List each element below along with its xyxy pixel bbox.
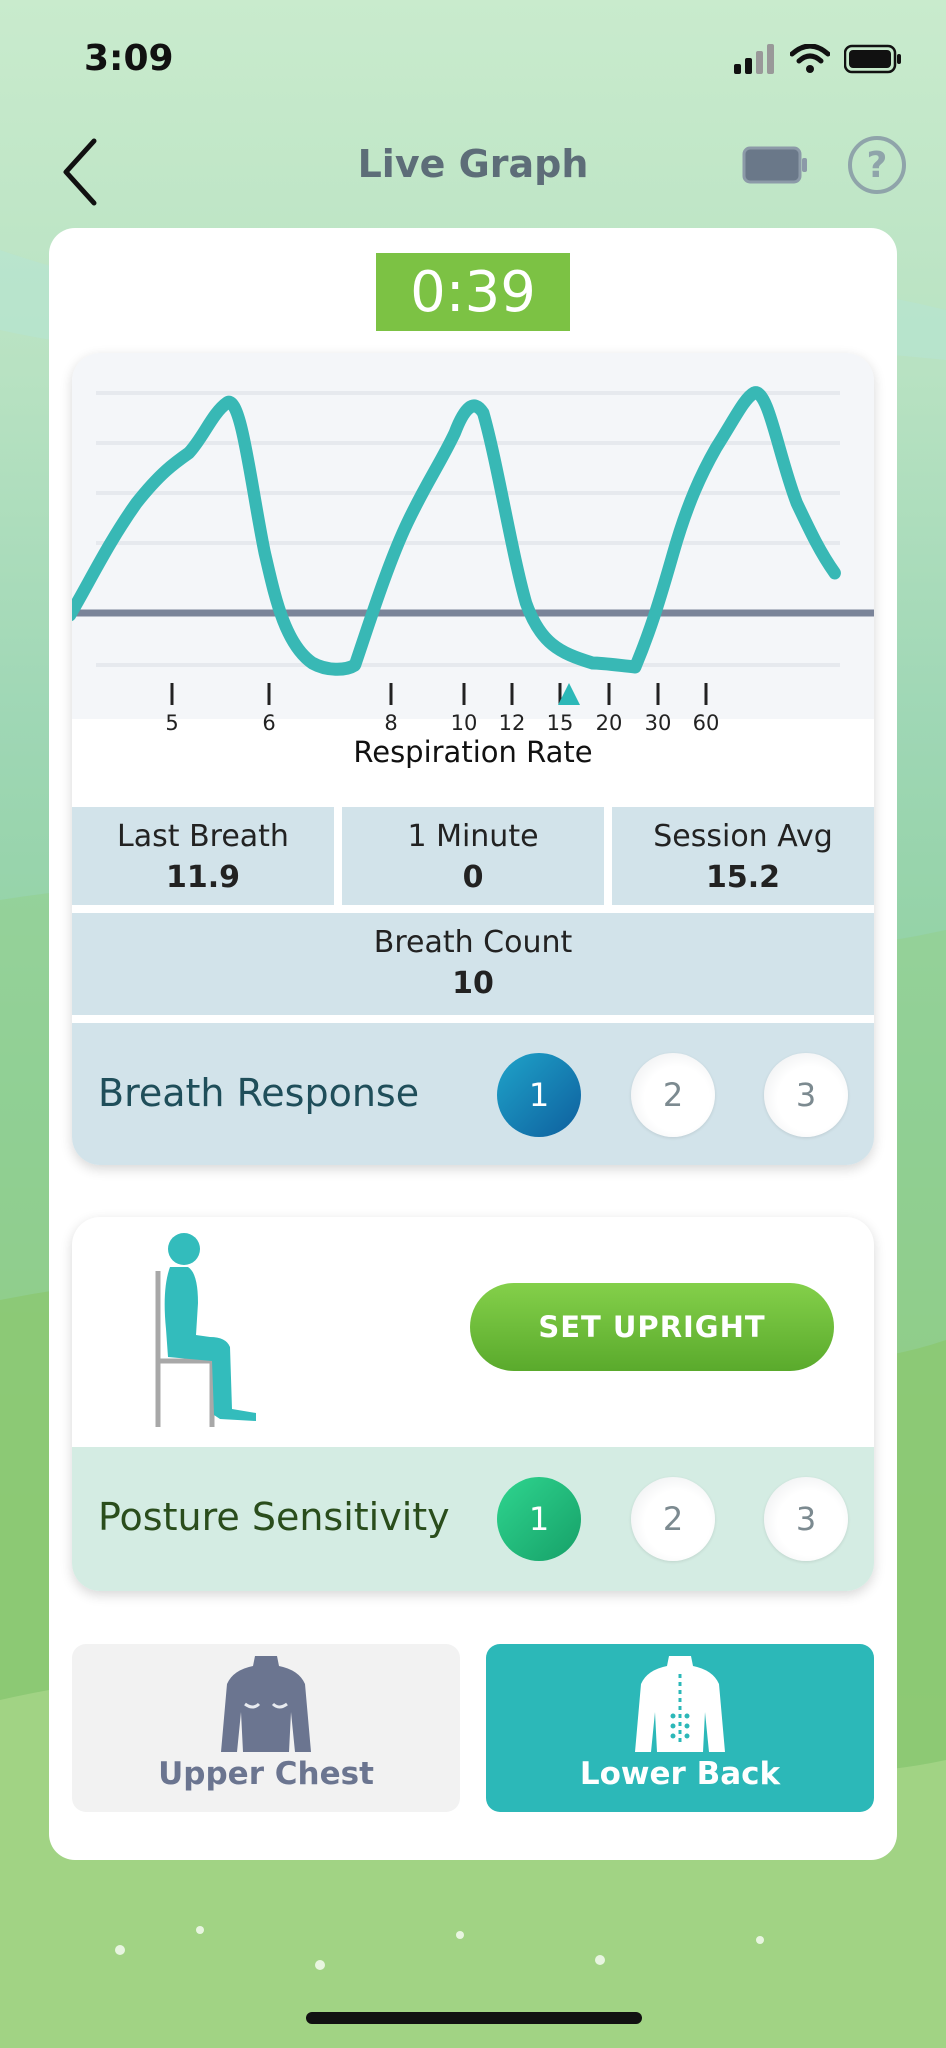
stat-value: 11.9 — [165, 860, 241, 895]
posture-sensitivity-option-3[interactable]: 3 — [764, 1477, 848, 1561]
stat-one-minute: 1 Minute 0 — [342, 807, 604, 905]
graph-panel: 5 6 8 10 12 15 20 30 60 Respiration Rate… — [72, 353, 874, 1165]
stat-label: Breath Count — [373, 925, 573, 960]
tick-label: 60 — [692, 711, 720, 735]
set-upright-button[interactable]: SET UPRIGHT — [470, 1283, 834, 1371]
stat-breath-count: Breath Count 10 — [72, 913, 874, 1015]
battery-icon — [742, 146, 807, 184]
lower-back-label: Lower Back — [579, 1756, 781, 1792]
stat-label: Session Avg — [653, 819, 833, 854]
posture-panel: SET UPRIGHT Posture Sensitivity 1 2 3 — [72, 1217, 874, 1591]
stat-label: Last Breath — [117, 819, 289, 854]
seated-person-icon — [155, 1233, 256, 1427]
nav-bar: Live Graph ? — [0, 120, 946, 220]
battery-status-icon — [844, 44, 901, 74]
status-icons — [734, 44, 902, 74]
tick-label: 6 — [262, 711, 276, 735]
tick-label: 5 — [165, 711, 179, 735]
status-bar: 3:09 — [0, 0, 946, 120]
tick-label: 30 — [644, 711, 672, 735]
posture-sensitivity-option-2[interactable]: 2 — [631, 1477, 715, 1561]
breath-response-label: Breath Response — [98, 1071, 420, 1115]
posture-sensitivity-row: Posture Sensitivity 1 2 3 — [72, 1447, 874, 1591]
tick-label: 12 — [498, 711, 526, 735]
tick-label: 15 — [546, 711, 574, 735]
home-indicator[interactable] — [306, 2012, 642, 2024]
status-time: 3:09 — [84, 38, 174, 79]
breath-response-row: Breath Response 1 2 3 — [72, 1023, 874, 1165]
stat-value: 0 — [462, 860, 484, 895]
tick-label: 8 — [384, 711, 398, 735]
tick-label: 10 — [450, 711, 478, 735]
cellular-signal-icon — [734, 44, 774, 74]
breath-response-option-1[interactable]: 1 — [497, 1053, 581, 1137]
lower-back-button[interactable]: Lower Back — [486, 1644, 874, 1812]
session-timer: 0:39 — [376, 253, 570, 331]
respiration-rate-label: Respiration Rate — [353, 735, 593, 769]
device-battery-button[interactable] — [742, 146, 808, 188]
upper-chest-torso-icon — [221, 1656, 311, 1752]
breath-waveform-line — [72, 386, 841, 676]
help-button[interactable]: ? — [848, 136, 906, 194]
upper-chest-label: Upper Chest — [158, 1756, 374, 1792]
stat-value: 10 — [452, 966, 494, 1001]
posture-sensitivity-option-1[interactable]: 1 — [497, 1477, 581, 1561]
stat-value: 15.2 — [705, 860, 781, 895]
breath-response-option-2[interactable]: 2 — [631, 1053, 715, 1137]
tick-label: 20 — [595, 711, 623, 735]
stat-label: 1 Minute — [407, 819, 539, 854]
wifi-icon — [790, 44, 830, 73]
upper-chest-button[interactable]: Upper Chest — [72, 1644, 460, 1812]
breath-graph — [72, 386, 874, 705]
breath-response-option-3[interactable]: 3 — [764, 1053, 848, 1137]
rate-ticks — [170, 683, 708, 705]
stat-session-avg: Session Avg 15.2 — [612, 807, 874, 905]
posture-sensitivity-label: Posture Sensitivity — [98, 1495, 450, 1539]
lower-back-torso-icon — [635, 1656, 725, 1752]
stat-last-breath: Last Breath 11.9 — [72, 807, 334, 905]
